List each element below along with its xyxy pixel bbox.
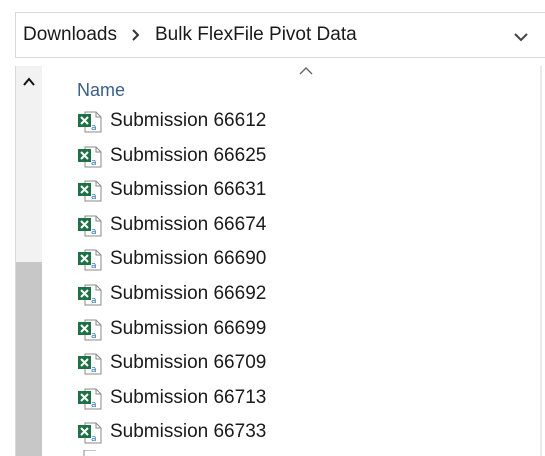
file-row[interactable]: a Submission 66690 xyxy=(74,245,514,275)
file-name: Submission 66690 xyxy=(110,248,267,270)
file-row[interactable]: a Submission 66631 xyxy=(74,176,514,206)
file-name: Submission 66733 xyxy=(110,421,267,443)
chevron-up-icon xyxy=(299,67,313,75)
excel-file-icon: a xyxy=(78,284,102,306)
excel-file-icon: a xyxy=(78,249,102,271)
excel-file-icon: a xyxy=(78,146,102,168)
excel-file-icon: a xyxy=(78,388,102,410)
file-explorer-window: Downloads Bulk FlexFile Pivot Data Name … xyxy=(0,0,545,456)
excel-file-icon: a xyxy=(78,111,102,133)
svg-text:a: a xyxy=(91,365,97,375)
excel-file-icon: a xyxy=(78,180,102,202)
scroll-up-arrow-icon[interactable] xyxy=(22,76,36,88)
svg-text:a: a xyxy=(91,123,97,133)
file-name: Submission 66631 xyxy=(110,179,267,201)
file-row[interactable]: a Submission 66674 xyxy=(74,211,514,241)
file-row[interactable]: a Submission 66625 xyxy=(74,142,514,172)
excel-file-icon: a xyxy=(78,319,102,341)
title-area xyxy=(0,0,545,10)
partial-file-icon xyxy=(83,450,96,456)
address-bar[interactable]: Downloads Bulk FlexFile Pivot Data xyxy=(15,12,545,58)
chevron-down-icon[interactable] xyxy=(506,25,536,47)
svg-text:a: a xyxy=(91,192,97,202)
file-name: Submission 66612 xyxy=(110,110,267,131)
excel-file-icon: a xyxy=(78,215,102,237)
name-column-header[interactable]: Name xyxy=(77,80,125,101)
svg-text:a: a xyxy=(91,227,97,237)
excel-file-icon: a xyxy=(78,353,102,375)
file-name: Submission 66625 xyxy=(110,144,267,166)
vertical-scrollbar[interactable] xyxy=(16,66,42,456)
file-name: Submission 66674 xyxy=(110,213,267,235)
file-row[interactable]: a Submission 66699 xyxy=(74,315,514,345)
pane-divider xyxy=(540,66,542,456)
scrollbar-thumb[interactable] xyxy=(16,262,42,456)
breadcrumb-current-folder[interactable]: Bulk FlexFile Pivot Data xyxy=(155,24,357,46)
file-row[interactable]: a Submission 66612 xyxy=(74,107,514,137)
chevron-right-icon[interactable] xyxy=(129,25,143,45)
svg-text:a: a xyxy=(91,158,97,168)
svg-text:a: a xyxy=(91,296,97,306)
file-name: Submission 66692 xyxy=(110,283,267,304)
file-list-pane: Name a Submission 66612 a Submission 66625 a… xyxy=(15,66,545,456)
file-row[interactable]: a Submission 66733 xyxy=(74,418,514,448)
file-row[interactable]: a Submission 66709 xyxy=(74,349,514,379)
breadcrumb-downloads[interactable]: Downloads xyxy=(23,24,117,46)
svg-text:a: a xyxy=(91,400,97,410)
file-row[interactable]: a Submission 66713 xyxy=(74,384,514,414)
excel-file-icon: a xyxy=(78,422,102,444)
svg-text:a: a xyxy=(91,434,97,444)
file-name: Submission 66713 xyxy=(110,386,267,408)
file-row[interactable]: a Submission 66692 xyxy=(74,280,514,310)
svg-text:a: a xyxy=(91,331,97,341)
file-name: Submission 66709 xyxy=(110,352,267,374)
file-name: Submission 66699 xyxy=(110,317,267,339)
svg-text:a: a xyxy=(91,261,97,271)
